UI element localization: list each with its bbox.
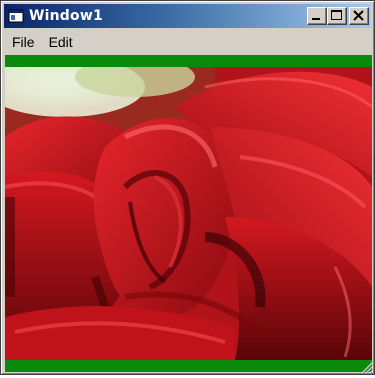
window-title: Window1 xyxy=(29,8,103,24)
menu-bar: File Edit xyxy=(4,31,371,53)
rose-photo xyxy=(5,67,372,360)
window-controls xyxy=(307,7,369,25)
close-button[interactable] xyxy=(349,7,369,25)
title-bar[interactable]: Window1 xyxy=(4,4,371,28)
maximize-icon xyxy=(331,10,342,20)
application-window: Window1 File Edit xyxy=(0,0,375,375)
close-icon xyxy=(353,10,364,21)
menu-file[interactable]: File xyxy=(6,32,41,52)
menu-edit[interactable]: Edit xyxy=(43,32,79,52)
window-app-icon[interactable] xyxy=(8,8,24,24)
top-green-bar xyxy=(5,55,372,67)
resize-grip-icon[interactable] xyxy=(359,359,373,374)
bottom-green-bar xyxy=(5,360,372,372)
minimize-icon xyxy=(312,18,320,20)
maximize-button[interactable] xyxy=(327,7,347,25)
minimize-button[interactable] xyxy=(307,7,327,25)
content-area xyxy=(5,55,372,372)
